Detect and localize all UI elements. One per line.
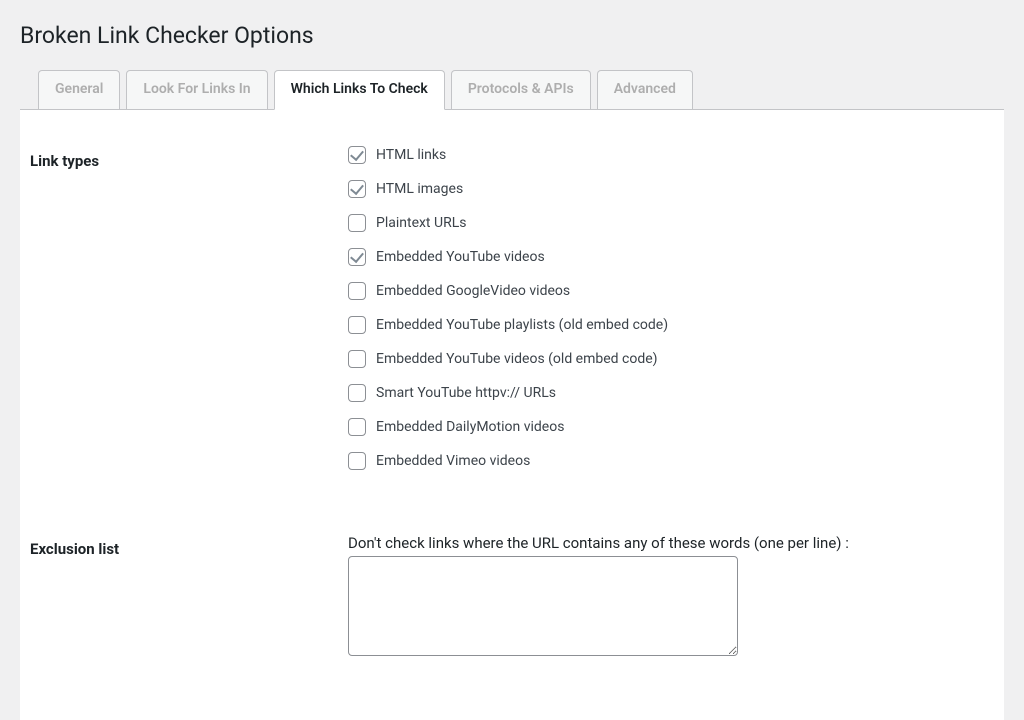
link-type-row: Smart YouTube httpv:// URLs: [348, 384, 986, 402]
link-type-label[interactable]: Embedded YouTube videos (old embed code): [376, 350, 658, 368]
page-title: Broken Link Checker Options: [20, 13, 1004, 53]
exclusion-textarea[interactable]: [348, 556, 738, 656]
link-type-label[interactable]: Embedded Vimeo videos: [376, 452, 530, 470]
link-types-heading: Link types: [28, 134, 338, 490]
tab-advanced[interactable]: Advanced: [597, 70, 693, 109]
link-type-checkbox[interactable]: [348, 180, 366, 198]
link-type-row: Embedded YouTube videos: [348, 248, 986, 266]
link-type-row: Plaintext URLs: [348, 214, 986, 232]
link-type-label[interactable]: Embedded YouTube videos: [376, 248, 545, 266]
link-type-row: Embedded GoogleVideo videos: [348, 282, 986, 300]
link-type-checkbox[interactable]: [348, 146, 366, 164]
link-type-row: Embedded DailyMotion videos: [348, 418, 986, 436]
link-type-row: Embedded YouTube videos (old embed code): [348, 350, 986, 368]
tab-look-for-links-in[interactable]: Look For Links In: [126, 70, 267, 109]
link-type-row: HTML links: [348, 146, 986, 164]
link-type-label[interactable]: Embedded GoogleVideo videos: [376, 282, 570, 300]
tab-which-links-to-check[interactable]: Which Links To Check: [274, 70, 445, 110]
link-type-row: HTML images: [348, 180, 986, 198]
link-type-row: Embedded Vimeo videos: [348, 452, 986, 470]
link-type-checkbox[interactable]: [348, 282, 366, 300]
link-type-label[interactable]: HTML links: [376, 146, 446, 164]
link-type-row: Embedded YouTube playlists (old embed co…: [348, 316, 986, 334]
link-type-checkbox[interactable]: [348, 418, 366, 436]
link-types-cell: HTML links HTML images Plaintext URLs Embed…: [338, 134, 996, 490]
link-type-checkbox[interactable]: [348, 350, 366, 368]
tab-general[interactable]: General: [38, 70, 120, 109]
link-type-label[interactable]: HTML images: [376, 180, 463, 198]
link-type-checkbox[interactable]: [348, 214, 366, 232]
tab-bar: GeneralLook For Links InWhich Links To C…: [20, 69, 1004, 110]
link-type-checkbox[interactable]: [348, 384, 366, 402]
exclusion-description: Don't check links where the URL contains…: [348, 534, 986, 552]
link-type-label[interactable]: Embedded YouTube playlists (old embed co…: [376, 316, 668, 334]
settings-panel: Link types HTML links HTML images Plaintex…: [20, 110, 1004, 720]
exclusion-heading: Exclusion list: [28, 522, 338, 680]
link-type-label[interactable]: Plaintext URLs: [376, 214, 466, 232]
link-type-checkbox[interactable]: [348, 452, 366, 470]
link-type-checkbox[interactable]: [348, 316, 366, 334]
tab-protocols-apis[interactable]: Protocols & APIs: [451, 70, 591, 109]
link-type-label[interactable]: Embedded DailyMotion videos: [376, 418, 564, 436]
link-type-checkbox[interactable]: [348, 248, 366, 266]
link-type-label[interactable]: Smart YouTube httpv:// URLs: [376, 384, 556, 402]
